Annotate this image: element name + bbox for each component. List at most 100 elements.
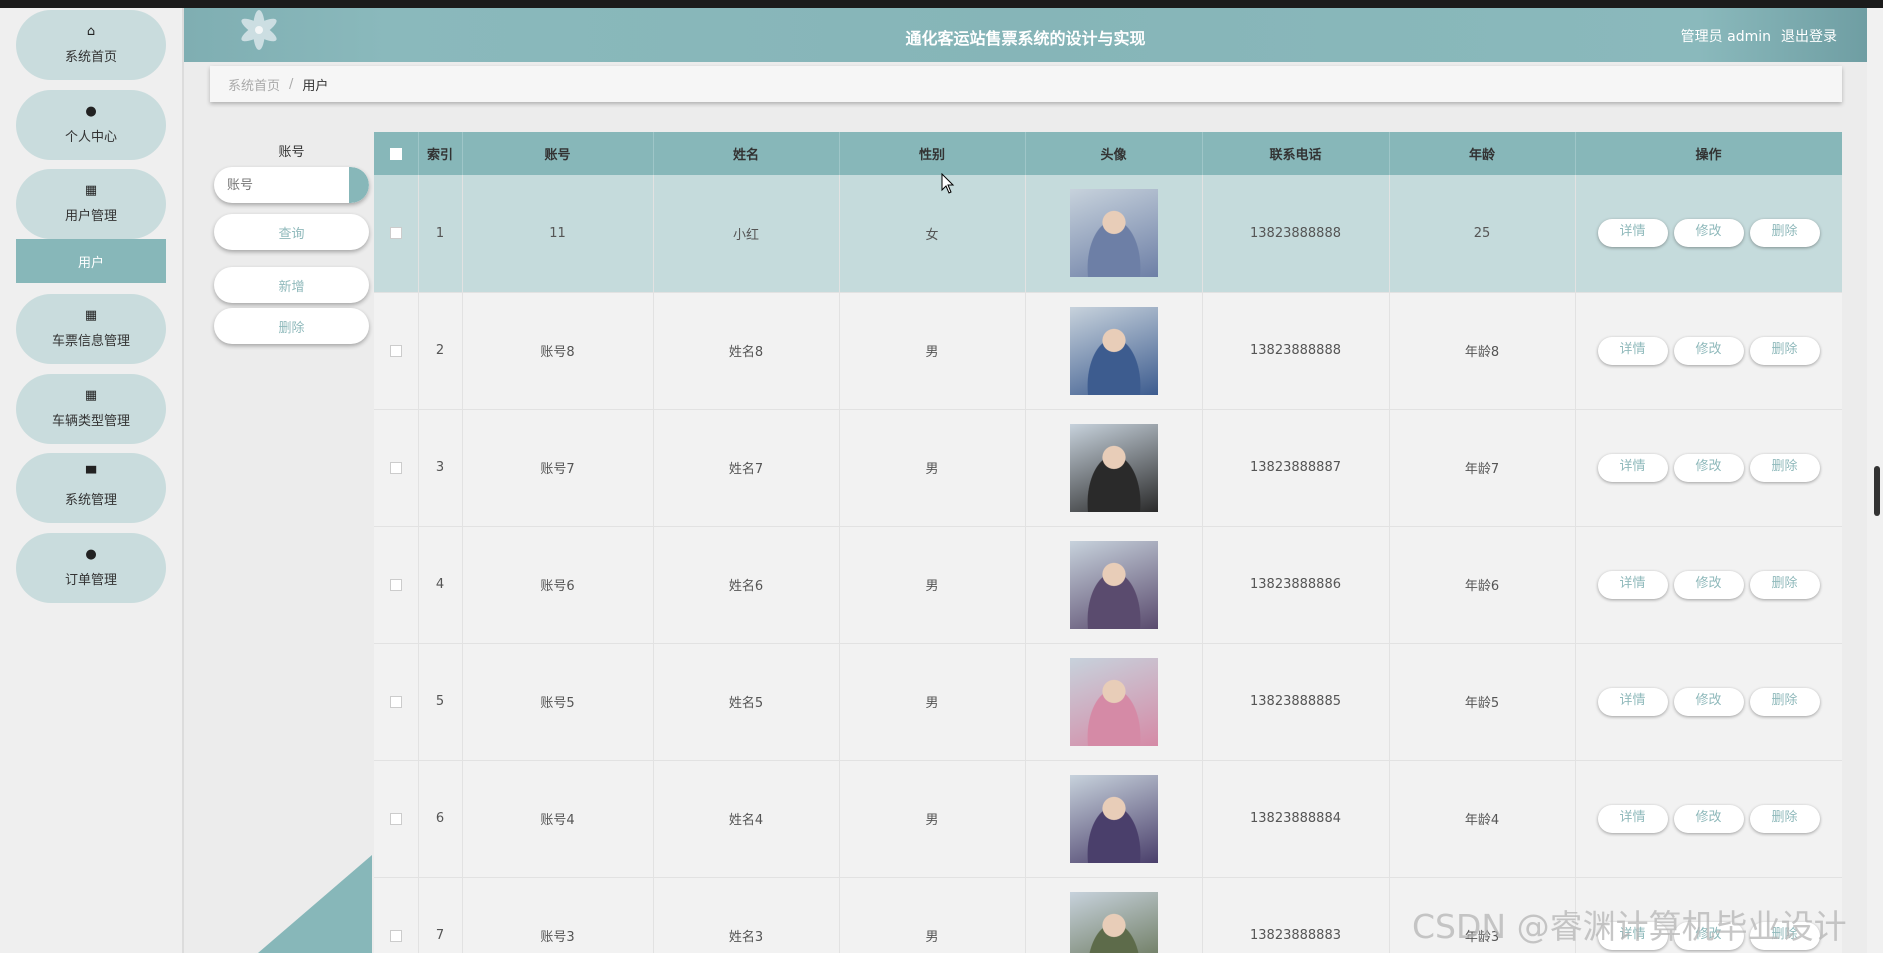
avatar-image [1069, 189, 1158, 278]
detail-button[interactable]: 详情 [1597, 570, 1668, 599]
avatar-cell [1025, 175, 1203, 293]
phone-cell: 13823888888 [1202, 175, 1390, 293]
edit-button[interactable]: 修改 [1673, 453, 1744, 482]
select-all-checkbox[interactable] [389, 147, 402, 160]
sidebar-item-user-management[interactable]: ▦ 用户管理 [16, 169, 166, 239]
delete-button[interactable]: 删除 [1749, 219, 1820, 248]
detail-button[interactable]: 详情 [1597, 687, 1668, 716]
delete-button[interactable]: 删除 [1749, 687, 1820, 716]
index-cell: 3 [418, 409, 463, 527]
phone-cell: 13823888887 [1202, 409, 1390, 527]
avatar-cell [1025, 292, 1203, 410]
detail-button[interactable]: 详情 [1597, 219, 1668, 248]
account-cell: 账号3 [462, 877, 654, 953]
table-row[interactable]: 6 账号4 姓名4 男 13823888884 年龄4 详情 修改 删除 [374, 760, 1842, 878]
avatar-image [1069, 540, 1158, 629]
phone-cell: 13823888888 [1202, 292, 1390, 410]
row-checkbox[interactable] [389, 695, 402, 708]
sidebar-item-label: 用户管理 [64, 209, 117, 224]
age-cell: 年龄6 [1389, 526, 1576, 644]
gender-cell: 男 [839, 292, 1026, 410]
age-cell: 年龄8 [1389, 292, 1576, 410]
edit-button[interactable]: 修改 [1673, 336, 1744, 365]
age-cell: 年龄5 [1389, 643, 1576, 761]
sidebar-item-vehicle-type-management[interactable]: ▦ 车辆类型管理 [16, 374, 166, 444]
detail-button[interactable]: 详情 [1597, 804, 1668, 833]
column-header: 操作 [1575, 132, 1842, 175]
sidebar-item-home[interactable]: ⌂ 系统首页 [16, 10, 166, 80]
header-bar: 通化客运站售票系统的设计与实现 管理员 admin 退出登录 [184, 8, 1867, 62]
delete-button[interactable]: 删除 [1749, 336, 1820, 365]
age-cell: 年龄4 [1389, 760, 1576, 878]
name-cell: 小红 [653, 175, 840, 293]
grid-icon: ▦ [84, 308, 98, 323]
phone-cell: 13823888883 [1202, 877, 1390, 953]
sidebar-item-label: 系统管理 [64, 493, 117, 508]
row-checkbox[interactable] [389, 344, 402, 357]
row-checkbox[interactable] [389, 578, 402, 591]
phone-cell: 13823888886 [1202, 526, 1390, 644]
row-checkbox[interactable] [389, 227, 402, 240]
edit-button[interactable]: 修改 [1673, 570, 1744, 599]
select-all-cell [374, 132, 419, 175]
sidebar-item-order-management[interactable]: ● 订单管理 [16, 533, 166, 603]
table-row[interactable]: 2 账号8 姓名8 男 13823888888 年龄8 详情 修改 删除 [374, 292, 1842, 410]
delete-button[interactable]: 删除 [1749, 804, 1820, 833]
index-cell: 2 [418, 292, 463, 410]
column-header: 账号 [462, 132, 654, 175]
row-checkbox[interactable] [389, 812, 402, 825]
row-checkbox[interactable] [389, 461, 402, 474]
query-button[interactable]: 查询 [214, 214, 369, 250]
table-row[interactable]: 1 11 小红女 13823888888 25 详情 修改 删除 [374, 175, 1842, 293]
sidebar-item-label: 车辆类型管理 [51, 414, 130, 429]
sidebar-item-ticket-management[interactable]: ▦ 车票信息管理 [16, 294, 166, 364]
account-cell: 账号5 [462, 643, 654, 761]
corner-decoration [258, 855, 372, 953]
breadcrumb-home-link[interactable]: 系统首页 [228, 75, 280, 94]
name-cell: 姓名3 [653, 877, 840, 953]
row-checkbox[interactable] [389, 929, 402, 942]
table-row[interactable]: 5 账号5 姓名5 男 13823888885 年龄5 详情 修改 删除 [374, 643, 1842, 761]
edit-button[interactable]: 修改 [1673, 219, 1744, 248]
index-cell: 6 [418, 760, 463, 878]
search-field-knob [349, 167, 369, 203]
name-cell: 姓名8 [653, 292, 840, 410]
sidebar-item-profile[interactable]: ● 个人中心 [16, 90, 166, 160]
detail-button[interactable]: 详情 [1597, 336, 1668, 365]
delete-button[interactable]: 删除 [1749, 570, 1820, 599]
actions-cell: 详情 修改 删除 [1575, 526, 1842, 644]
delete-button[interactable]: 删除 [1749, 453, 1820, 482]
edit-button[interactable]: 修改 [1673, 687, 1744, 716]
sidebar-item-label: 车票信息管理 [51, 334, 130, 349]
avatar-image [1069, 306, 1158, 395]
scrollbar-thumb[interactable] [1874, 466, 1880, 516]
csdn-watermark: CSDN @睿渊计算机毕业设计 [1412, 907, 1847, 946]
table-row[interactable]: 4 账号6 姓名6 男 13823888886 年龄6 详情 修改 删除 [374, 526, 1842, 644]
actions-cell: 详情 修改 删除 [1575, 175, 1842, 293]
actions-cell: 详情 修改 删除 [1575, 409, 1842, 527]
batch-delete-button[interactable]: 删除 [214, 308, 369, 344]
account-cell: 账号8 [462, 292, 654, 410]
index-cell: 5 [418, 643, 463, 761]
gender-cell: 男 [839, 877, 1026, 953]
home-icon: ⌂ [86, 24, 96, 39]
mouse-cursor-icon [941, 173, 955, 194]
account-search-input[interactable] [214, 167, 344, 203]
avatar-cell [1025, 877, 1203, 953]
avatar-cell [1025, 760, 1203, 878]
logout-link[interactable]: 退出登录 [1781, 29, 1837, 45]
add-button[interactable]: 新增 [214, 267, 369, 303]
detail-button[interactable]: 详情 [1597, 453, 1668, 482]
name-cell: 姓名6 [653, 526, 840, 644]
table-row[interactable]: 3 账号7 姓名7 男 13823888887 年龄7 详情 修改 删除 [374, 409, 1842, 527]
sidebar-item-system-management[interactable]: ▀ 系统管理 [16, 453, 166, 523]
page-scrollbar[interactable] [1867, 8, 1883, 953]
search-field-wrapper [214, 167, 369, 203]
avatar-cell [1025, 526, 1203, 644]
column-header: 性别 [839, 132, 1026, 175]
sidebar-subitem-users[interactable]: 用户 [16, 239, 166, 283]
user-table: 索引 账号 姓名 性别 头像 联系电话 年龄 操作 1 11 小红女 13823888… [374, 132, 1842, 953]
column-header: 姓名 [653, 132, 840, 175]
edit-button[interactable]: 修改 [1673, 804, 1744, 833]
grid-icon: ▦ [84, 388, 98, 403]
